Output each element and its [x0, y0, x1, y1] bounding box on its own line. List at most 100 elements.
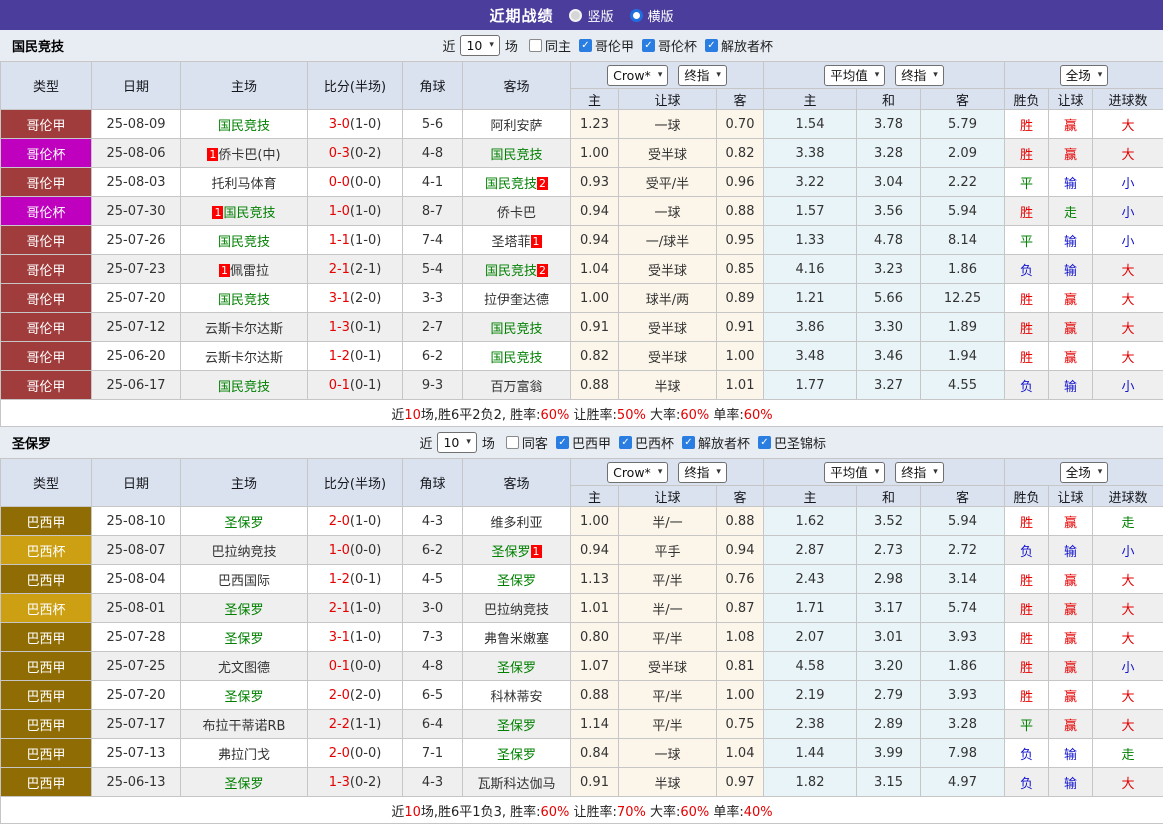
europe-odds-group-header: 平均值▾ 终指▾ — [764, 62, 1005, 89]
odds-stage-select[interactable]: 终指▾ — [895, 462, 944, 483]
team-name: 尤文图德 — [218, 661, 270, 676]
away-team-cell: 百万富翁 — [463, 371, 571, 400]
match-row: 哥伦甲 25-06-17 国民竞技 0-1(0-1) 9-3 百万富翁 0.88… — [1, 371, 1163, 400]
team-name: 瓦斯科达伽马 — [477, 777, 555, 792]
date-cell: 25-07-17 — [92, 710, 181, 739]
scope-select[interactable]: 全场▾ — [1060, 65, 1109, 86]
summary-row: 近10场,胜6平1负3, 胜率:60% 让胜率:70% 大率:60% 单率:40… — [1, 797, 1163, 824]
date-cell: 25-08-03 — [92, 168, 181, 197]
handicap-stage-select[interactable]: 终指▾ — [678, 462, 727, 483]
league-filter-checkbox[interactable]: ✓ — [705, 39, 718, 52]
handicap-result-cell: 赢 — [1049, 507, 1093, 536]
same-venue-checkbox[interactable] — [506, 436, 519, 449]
section-team-name: 圣保罗 — [12, 433, 51, 452]
avg-home-odds: 2.19 — [764, 681, 857, 710]
column-header: 客 — [717, 486, 764, 507]
handicap-line: 受半球 — [619, 313, 717, 342]
horizontal-layout-label: 横版 — [648, 6, 674, 25]
handicap-home-odds: 0.91 — [571, 313, 619, 342]
handicap-line: 平/半 — [619, 710, 717, 739]
league-cell: 哥伦甲 — [1, 284, 92, 313]
corner-cell: 2-7 — [403, 313, 463, 342]
handicap-result-cell: 赢 — [1049, 110, 1093, 139]
avg-away-odds: 3.14 — [921, 565, 1005, 594]
team-name: 圣保罗 — [224, 516, 263, 531]
handicap-line: 一球 — [619, 110, 717, 139]
away-team-cell: 巴拉纳竞技 — [463, 594, 571, 623]
win-draw-loss-cell: 胜 — [1005, 565, 1049, 594]
chevron-down-icon: ▾ — [716, 464, 721, 481]
recent-label: 近 — [419, 433, 432, 452]
match-row: 巴西甲 25-07-13 弗拉门戈 2-0(0-0) 7-1 圣保罗 0.84 … — [1, 739, 1163, 768]
league-filter-checkbox[interactable]: ✓ — [682, 436, 695, 449]
column-header: 让球 — [619, 486, 717, 507]
games-label: 场 — [505, 36, 518, 55]
away-team-cell: 圣保罗 — [463, 710, 571, 739]
team-name: 圣保罗 — [491, 545, 530, 560]
league-filter-checkbox[interactable]: ✓ — [758, 436, 771, 449]
league-cell: 巴西甲 — [1, 652, 92, 681]
away-team-cell: 维多利亚 — [463, 507, 571, 536]
match-count-select[interactable]: 10▾ — [460, 35, 499, 56]
win-draw-loss-cell: 胜 — [1005, 681, 1049, 710]
average-odds-select[interactable]: 平均值▾ — [824, 65, 885, 86]
avg-draw-odds: 3.01 — [857, 623, 921, 652]
handicap-result-cell: 输 — [1049, 371, 1093, 400]
scope-select[interactable]: 全场▾ — [1060, 462, 1109, 483]
goals-result-cell: 大 — [1093, 284, 1163, 313]
league-filter-checkbox[interactable]: ✓ — [619, 436, 632, 449]
corner-cell: 7-1 — [403, 739, 463, 768]
avg-away-odds: 1.94 — [921, 342, 1005, 371]
team-name: 科林蒂安 — [490, 690, 542, 705]
chevron-down-icon: ▾ — [658, 464, 663, 481]
team-name: 巴拉纳竞技 — [211, 545, 276, 560]
league-filter-label: 解放者杯 — [721, 36, 773, 55]
handicap-away-odds: 0.87 — [717, 594, 764, 623]
away-team-cell: 侨卡巴 — [463, 197, 571, 226]
avg-draw-odds: 3.78 — [857, 110, 921, 139]
results-table: 类型日期主场比分(半场)角球客场 Crow*▾终指▾ 平均值▾终指▾ 全场▾ 主… — [0, 61, 1163, 427]
league-filter-checkbox[interactable]: ✓ — [642, 39, 655, 52]
avg-home-odds: 1.54 — [764, 110, 857, 139]
league-filter-label: 巴西甲 — [572, 433, 611, 452]
win-draw-loss-cell: 胜 — [1005, 507, 1049, 536]
vertical-layout-radio[interactable]: 竖版 — [569, 6, 613, 25]
chevron-down-icon: ▾ — [875, 464, 880, 481]
avg-away-odds: 2.72 — [921, 536, 1005, 565]
horizontal-layout-radio[interactable]: 横版 — [630, 6, 674, 25]
average-odds-select[interactable]: 平均值▾ — [824, 462, 885, 483]
goals-result-cell: 大 — [1093, 110, 1163, 139]
away-team-cell: 国民竞技 — [463, 313, 571, 342]
goals-result-cell: 大 — [1093, 768, 1163, 797]
avg-draw-odds: 5.66 — [857, 284, 921, 313]
away-team-cell: 国民竞技2 — [463, 255, 571, 284]
league-filter-checkbox[interactable]: ✓ — [579, 39, 592, 52]
team-name: 国民竞技 — [490, 322, 542, 337]
handicap-result-cell: 赢 — [1049, 681, 1093, 710]
handicap-stage-select[interactable]: 终指▾ — [678, 65, 727, 86]
avg-away-odds: 5.94 — [921, 197, 1005, 226]
handicap-line: 半/一 — [619, 594, 717, 623]
column-header: 比分(半场) — [308, 62, 403, 110]
match-count-select[interactable]: 10▾ — [437, 432, 476, 453]
home-team-cell: 圣保罗 — [181, 594, 308, 623]
score-cell: 1-1(1-0) — [308, 226, 403, 255]
same-venue-checkbox[interactable] — [529, 39, 542, 52]
column-header: 主 — [571, 486, 619, 507]
team-name: 巴拉纳竞技 — [484, 603, 549, 618]
league-cell: 哥伦甲 — [1, 110, 92, 139]
column-header: 进球数 — [1093, 89, 1163, 110]
bookmaker-select[interactable]: Crow*▾ — [607, 462, 668, 483]
handicap-away-odds: 0.89 — [717, 284, 764, 313]
away-team-cell: 圣塔菲1 — [463, 226, 571, 255]
summary-text: 近10场,胜6平1负3, 胜率:60% 让胜率:70% 大率:60% 单率:40… — [1, 797, 1163, 824]
date-cell: 25-08-10 — [92, 507, 181, 536]
handicap-home-odds: 0.82 — [571, 342, 619, 371]
team-name: 国民竞技 — [485, 264, 537, 279]
bookmaker-select[interactable]: Crow*▾ — [607, 65, 668, 86]
avg-draw-odds: 4.78 — [857, 226, 921, 255]
goals-result-cell: 大 — [1093, 139, 1163, 168]
league-filter-checkbox[interactable]: ✓ — [556, 436, 569, 449]
odds-stage-select[interactable]: 终指▾ — [895, 65, 944, 86]
win-draw-loss-cell: 平 — [1005, 226, 1049, 255]
